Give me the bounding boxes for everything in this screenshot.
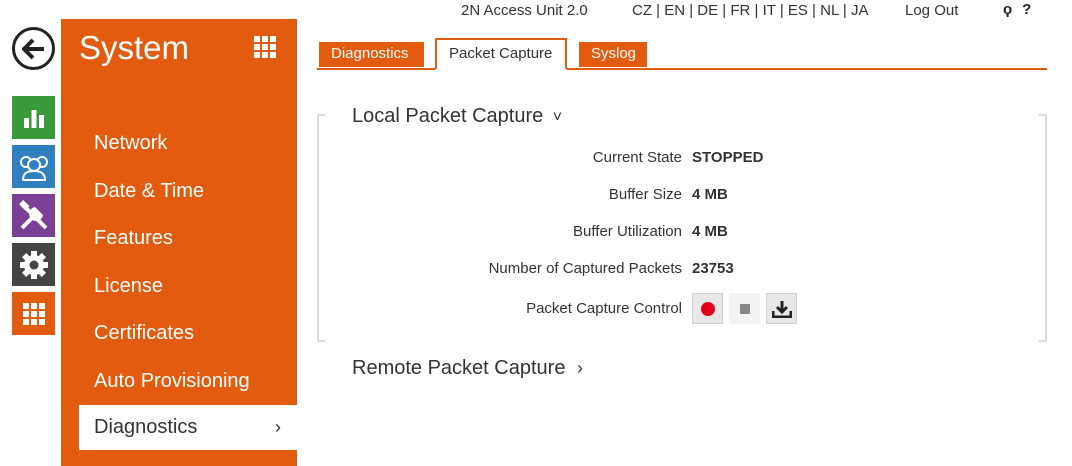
grid-menu-icon[interactable] [253,35,277,59]
remote-capture-title: Remote Packet Capture [352,357,566,379]
stop-icon [739,303,750,314]
current-state-value: STOPPED [692,149,764,166]
gear-icon [19,250,48,279]
hardware-nav-button[interactable] [12,194,55,237]
tools-icon [18,199,47,229]
local-capture-header[interactable]: Local Packet Capture ˅ [352,105,562,128]
help-icons: ϙ ? [1003,1,1031,18]
menu-item-network[interactable]: Network [94,132,167,155]
arrow-left-icon [21,38,44,59]
menu-item-date-time[interactable]: Date & Time [94,180,204,203]
status-nav-button[interactable] [12,96,55,139]
chevron-down-icon: ˅ [552,109,563,126]
start-capture-button[interactable] [692,293,723,324]
capture-control-label: Packet Capture Control [526,300,682,317]
directory-nav-button[interactable] [12,145,55,188]
back-button[interactable] [12,27,55,70]
menu-item-features[interactable]: Features [94,227,173,250]
remote-capture-header[interactable]: Remote Packet Capture › [352,357,583,380]
captured-packets-label: Number of Captured Packets [488,260,682,277]
download-icon [771,300,792,318]
stop-capture-button[interactable] [729,293,760,324]
section-border-left [317,114,325,342]
local-capture-section [317,114,1047,342]
system-nav-button[interactable] [12,292,55,335]
chevron-right-icon: › [275,417,281,437]
menu-title: System [79,29,190,66]
buffer-utilization-label: Buffer Utilization [573,223,682,240]
menu-item-auto-provisioning[interactable]: Auto Provisioning [94,370,250,393]
help-icon[interactable]: ? [1022,1,1031,18]
users-icon [19,155,48,181]
search-icon[interactable]: ϙ [1003,1,1012,18]
grid-icon [22,302,45,325]
tab-diagnostics[interactable]: Diagnostics [319,42,424,67]
section-border-right [1039,114,1047,342]
chevron-right-icon: › [577,358,583,378]
tab-bar: Diagnostics Packet Capture Syslog [317,38,1047,70]
download-capture-button[interactable] [766,293,797,324]
record-icon [700,301,715,316]
menu-item-diagnostics[interactable]: Diagnostics › [79,405,297,450]
menu-item-certificates[interactable]: Certificates [94,322,194,345]
local-capture-title: Local Packet Capture [352,105,544,127]
system-menu-panel: System Network Date & Time Features Lice… [61,19,297,466]
buffer-utilization-value: 4 MB [692,223,728,240]
tab-packet-capture[interactable]: Packet Capture [435,38,567,70]
current-state-label: Current State [592,149,682,166]
language-selector[interactable]: CZ | EN | DE | FR | IT | ES | NL | JA [632,2,868,22]
bar-chart-icon [23,109,44,128]
captured-packets-value: 23753 [692,260,734,277]
tab-syslog[interactable]: Syslog [579,42,647,67]
menu-item-diagnostics-label: Diagnostics [94,416,198,438]
buffer-size-label: Buffer Size [608,186,682,203]
services-nav-button[interactable] [12,243,55,286]
device-name: 2N Access Unit 2.0 [461,2,588,19]
logout-link[interactable]: Log Out [905,2,958,22]
menu-item-license[interactable]: License [94,275,163,298]
buffer-size-value: 4 MB [692,186,728,203]
